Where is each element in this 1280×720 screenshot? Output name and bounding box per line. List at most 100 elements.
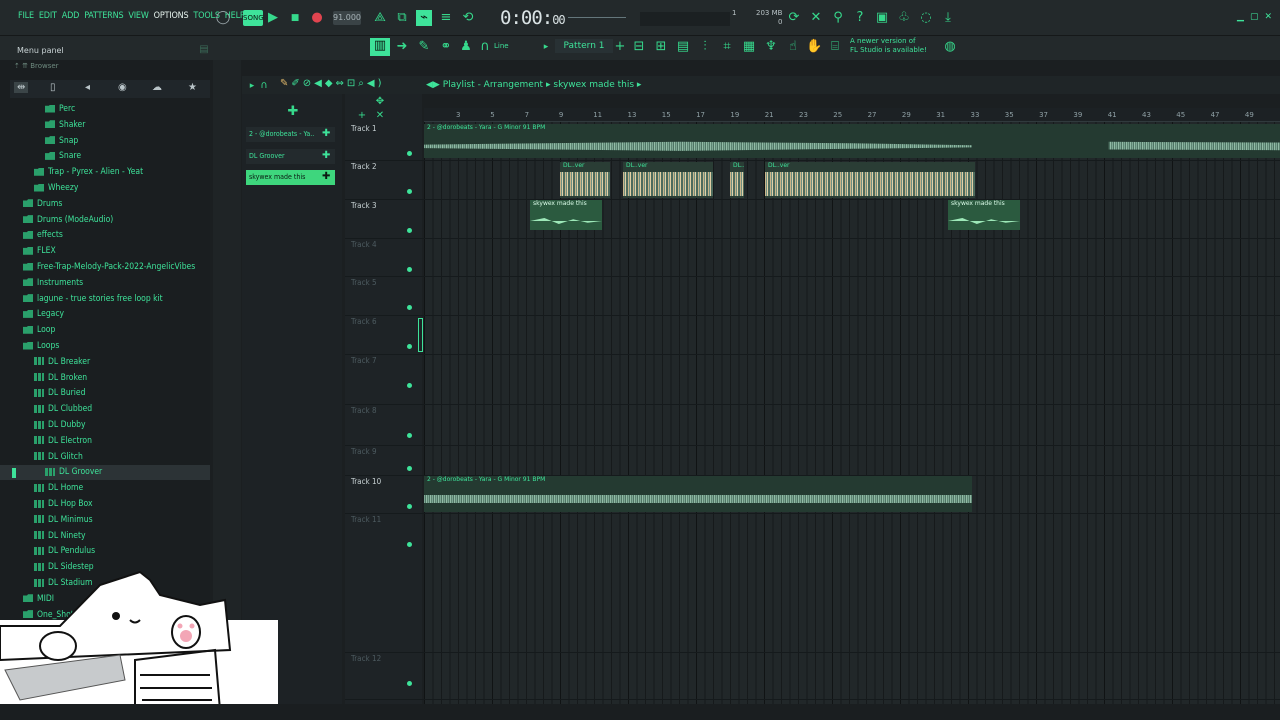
menu-edit[interactable]: EDIT — [39, 11, 57, 21]
track-mute-led[interactable] — [407, 267, 412, 272]
audio-clip-track10[interactable]: 2 - @dorobeats - Yara - G Minor 91 BPM — [424, 476, 972, 512]
next-icon[interactable]: ➜ — [394, 39, 410, 55]
browser-item[interactable]: DL Electron — [0, 434, 210, 449]
browser-item[interactable]: Shaker — [0, 118, 210, 133]
pencil-icon[interactable]: ✎ — [416, 39, 432, 55]
track-name[interactable]: Track 10 — [351, 477, 381, 486]
menu-patterns[interactable]: PATTERNS — [84, 11, 123, 21]
browser-all-icon[interactable]: ⇹ — [14, 82, 29, 93]
play-icon[interactable]: ▶ — [265, 10, 281, 26]
wait-input-icon[interactable]: ⧉ — [394, 10, 410, 26]
track-mute-led[interactable] — [407, 383, 412, 388]
tempo-display[interactable]: 91.000 — [333, 11, 361, 25]
track-mute-led[interactable] — [407, 344, 412, 349]
loop-record-icon[interactable]: ⟲ — [460, 10, 476, 26]
audio-clip-track2[interactable]: DL..ver — [623, 162, 713, 198]
pattern-prev-icon[interactable]: ▸ — [538, 39, 554, 55]
track-mute-led[interactable] — [407, 466, 412, 471]
refresh-icon[interactable]: ⟳ — [786, 10, 802, 26]
metronome-icon[interactable]: ⟁ — [372, 10, 388, 26]
track-name[interactable]: Track 7 — [351, 356, 377, 365]
browser-item[interactable]: Loops — [0, 339, 210, 354]
download-icon[interactable]: ⤓ — [940, 10, 956, 26]
menu-add[interactable]: ADD — [62, 11, 80, 21]
audio-clip-track2[interactable]: DL..ver — [560, 162, 610, 198]
browser-item[interactable]: effects — [0, 228, 210, 243]
globe-icon[interactable]: ◍ — [942, 39, 958, 55]
browser-item[interactable]: Instruments — [0, 276, 210, 291]
browser-item[interactable]: DL Buried — [0, 386, 210, 401]
pattern-selector[interactable]: Pattern 1 — [555, 39, 613, 53]
playlist-view-icon[interactable]: ▥ — [370, 38, 390, 56]
maximize-icon[interactable]: ▢ — [1250, 12, 1259, 22]
browser-item[interactable]: Wheezy — [0, 181, 210, 196]
browser-item[interactable]: Snap — [0, 134, 210, 149]
browser-item[interactable]: DL Glitch — [0, 450, 210, 465]
audio-clip-track2[interactable]: DL..ver — [765, 162, 975, 198]
picker-item-menu-icon[interactable]: ✚ — [322, 128, 330, 139]
zoom-icon[interactable]: ✥ — [372, 94, 388, 110]
mic-icon[interactable]: ⚲ — [830, 10, 846, 26]
pattern-clip-track3-a[interactable]: skywex made this — [530, 200, 602, 230]
browser-star-icon[interactable]: ★ — [188, 82, 197, 93]
playhead-marker[interactable] — [418, 318, 423, 352]
picker-add-icon[interactable]: ✚ — [285, 104, 301, 120]
track-mute-led[interactable] — [407, 504, 412, 509]
record-icon[interactable]: ● — [309, 10, 325, 26]
song-mode-toggle[interactable]: SONG — [243, 10, 264, 26]
browser-item[interactable]: Perc — [0, 102, 210, 117]
track-name[interactable]: Track 12 — [351, 654, 381, 663]
track-name[interactable]: Track 4 — [351, 240, 377, 249]
track-mute-led[interactable] — [407, 305, 412, 310]
magnet-icon[interactable]: ∩ — [477, 39, 493, 55]
master-volume-slider[interactable] — [568, 17, 626, 18]
piano-roll-icon[interactable]: ⊞ — [653, 39, 669, 55]
faders-icon[interactable]: ⫶ — [697, 39, 713, 55]
browser-item[interactable]: DL Breaker — [0, 355, 210, 370]
link-icon[interactable]: ⚭ — [438, 39, 454, 55]
browser-up-icon[interactable]: ⇡ ⇈ — [14, 62, 30, 70]
track-name[interactable]: Track 2 — [351, 162, 377, 171]
browser-file-icon[interactable]: ▯ — [50, 82, 56, 93]
track-name[interactable]: Track 5 — [351, 278, 377, 287]
browser-item[interactable]: DL Home — [0, 481, 210, 496]
mixer-icon[interactable]: ▤ — [675, 39, 691, 55]
playlist-tools[interactable]: ✎✐⊘◀◆⇔⊡⌕◀) — [280, 78, 384, 89]
browser-item[interactable]: Drums — [0, 197, 210, 212]
add-track-icon[interactable]: + — [354, 108, 370, 124]
stop-icon[interactable]: ■ — [287, 10, 303, 26]
track-name[interactable]: Track 9 — [351, 447, 377, 456]
browser-item[interactable]: DL Ninety — [0, 529, 210, 544]
close-icon[interactable]: ✕ — [1264, 12, 1272, 22]
track-mute-led[interactable] — [407, 681, 412, 686]
browser-item[interactable]: DL Clubbed — [0, 402, 210, 417]
browser-item[interactable]: Drums (ModeAudio) — [0, 213, 210, 228]
menu-file[interactable]: FILE — [18, 11, 34, 21]
browser-item[interactable]: DL Groover — [0, 465, 210, 481]
save-icon[interactable]: ▣ — [874, 10, 890, 26]
track-name[interactable]: Track 1 — [351, 124, 377, 133]
add-pattern-icon[interactable]: + — [612, 39, 628, 55]
update-notice[interactable]: A newer version of FL Studio is available… — [850, 37, 927, 55]
plugin-icon[interactable]: ♧ — [896, 10, 912, 26]
track-mute-led[interactable] — [407, 189, 412, 194]
pattern-clip-track3-b[interactable]: skywex made this — [948, 200, 1020, 230]
timeline-ruler[interactable] — [424, 108, 1280, 122]
plug-icon[interactable]: ♆ — [763, 39, 779, 55]
audio-clip-track1[interactable]: 2 - @dorobeats - Yara - G Minor 91 BPM — [424, 124, 1280, 158]
browser-item[interactable]: Legacy — [0, 307, 210, 322]
stamp-icon[interactable]: ♟ — [458, 39, 474, 55]
step-edit-icon[interactable]: ≡ — [438, 10, 454, 26]
browser-item[interactable]: Snare — [0, 149, 210, 164]
playlist-magnet-icon[interactable]: ∩ — [256, 78, 272, 94]
browser-plugin-icon[interactable]: ◉ — [118, 82, 127, 93]
browser-item[interactable]: Free-Trap-Melody-Pack-2022-AngelicVibes — [0, 260, 210, 275]
audio-clip-track2[interactable]: DL..ver — [730, 162, 744, 198]
minimize-icon[interactable]: ▁ — [1237, 12, 1244, 22]
track-mute-led[interactable] — [407, 228, 412, 233]
browser-item[interactable]: DL Hop Box — [0, 497, 210, 512]
browser-item[interactable]: lagune - true stories free loop kit — [0, 292, 210, 307]
browser-speaker-icon[interactable]: ◂ — [85, 82, 90, 93]
browser-item[interactable]: DL Broken — [0, 371, 210, 386]
panel-icon[interactable]: ▤ — [196, 42, 212, 58]
